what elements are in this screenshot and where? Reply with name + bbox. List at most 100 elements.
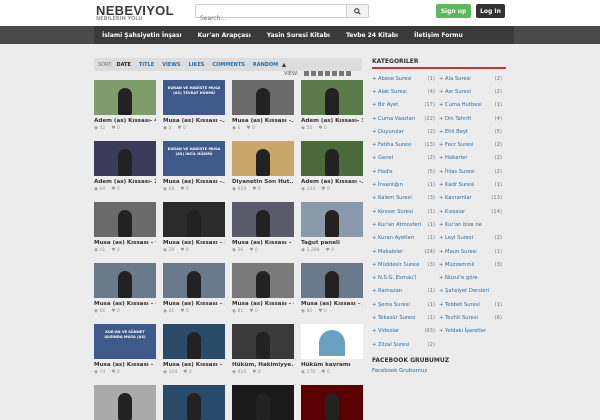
category-item[interactable]: + Kalem Suresi (3) xyxy=(372,192,439,205)
video-thumbnail[interactable]: KUR'AN VE SÜNNET IŞIĞINDA MUSA (AS) xyxy=(94,324,156,359)
category-name[interactable]: + Şems Suresi xyxy=(372,302,410,308)
category-item[interactable]: + Bir Ayet (17) xyxy=(372,99,439,112)
category-name[interactable]: + Abese Suresi xyxy=(372,76,412,82)
video-thumbnail[interactable] xyxy=(301,141,363,176)
video-title[interactable]: Hüküm kavramı xyxy=(301,362,363,368)
category-item[interactable]: + Kıssalar (14) xyxy=(439,205,506,218)
nav-item-islami-sahsiyet[interactable]: İslami Şahsiyetin İnşası xyxy=(94,32,190,39)
category-item[interactable]: + Müddesir Suresi (3) xyxy=(372,258,439,271)
category-item[interactable]: + Cuma Vaazları (22) xyxy=(372,112,439,125)
video-card[interactable]: Hüküm, Hakimiyye... ◉ 424 ♥ 0 xyxy=(232,324,294,375)
category-item[interactable]: + Fatiha Suresi (13) xyxy=(372,138,439,151)
category-item[interactable]: + Şahsiyet Dersleri xyxy=(439,285,506,298)
category-name[interactable]: + Kuran Ayetleri xyxy=(372,235,414,241)
category-item[interactable]: + Asr Suresi (2) xyxy=(439,85,506,98)
category-name[interactable]: + Leyl Suresi xyxy=(439,235,473,241)
category-item[interactable]: + Ehli Beyt (5) xyxy=(439,125,506,138)
sort-likes[interactable]: LIKES xyxy=(188,62,204,68)
view-list-detail-icon[interactable] xyxy=(332,71,337,76)
category-name[interactable]: + Kıssalar xyxy=(439,209,465,215)
video-card[interactable] xyxy=(232,385,294,420)
video-card[interactable]: KURAN VE HADİSTE MUSA (AS) İNCİL HÜKMÜ Mu… xyxy=(163,141,225,192)
category-item[interactable]: + Yoldaki İşaretler xyxy=(439,325,506,338)
category-item[interactable]: + Maun Suresi (1) xyxy=(439,245,506,258)
category-name[interactable]: + Yoldaki İşaretler xyxy=(439,328,486,334)
sort-views[interactable]: VIEWS xyxy=(162,62,180,68)
category-name[interactable]: + Ala Suresi xyxy=(439,76,471,82)
category-name[interactable]: + Zilzal Suresi xyxy=(372,342,409,348)
category-item[interactable]: + Din Tahrifi (4) xyxy=(439,112,506,125)
category-item[interactable]: + Ala Suresi (2) xyxy=(439,72,506,85)
view-grid-medium-icon[interactable] xyxy=(311,71,316,76)
category-item[interactable]: + Nüzul'e göre xyxy=(439,271,506,284)
nav-item-tevbe-24[interactable]: Tevbe 24 Kitabı xyxy=(338,32,406,39)
category-name[interactable]: + Genel xyxy=(372,155,393,161)
video-thumbnail[interactable] xyxy=(232,385,294,420)
facebook-link[interactable]: Facebook Grubumuz xyxy=(372,368,506,374)
category-name[interactable]: + Ramazan xyxy=(372,288,402,294)
video-title[interactable]: Adem (as) Kıssası- 4 xyxy=(94,118,156,124)
video-title[interactable]: Musa (as) Kıssası – 8 xyxy=(163,240,225,246)
video-card[interactable]: Adem (as) Kıssası -... ◉ 104 ♥ 0 xyxy=(301,141,363,192)
video-title[interactable]: Adem (as) Kıssası- 3 xyxy=(301,118,363,124)
video-title[interactable]: Musa (as) Kıssası – 9 xyxy=(94,240,156,246)
category-name[interactable]: + Kadr Suresi xyxy=(439,182,475,188)
video-thumbnail[interactable] xyxy=(163,385,225,420)
category-name[interactable]: + Fatiha Suresi xyxy=(372,142,411,148)
category-item[interactable]: + Kevser Suresi (1) xyxy=(372,205,439,218)
category-name[interactable]: + Ehli Beyt xyxy=(439,129,468,135)
video-thumbnail[interactable] xyxy=(301,385,363,420)
sort-date[interactable]: DATE xyxy=(116,62,130,68)
category-item[interactable]: + N.S.G. Esmau'l xyxy=(372,271,439,284)
view-grid-small-icon[interactable] xyxy=(318,71,323,76)
view-grid-large-icon[interactable] xyxy=(304,71,309,76)
sort-comments[interactable]: COMMENTS xyxy=(212,62,244,68)
video-title[interactable]: Musa (as) Kıssası – 4 xyxy=(232,301,294,307)
video-thumbnail[interactable]: KURAN VE HADİSTE MUSA (AS) İNCİL HÜKMÜ xyxy=(163,141,225,176)
category-name[interactable]: + Kevser Suresi xyxy=(372,209,413,215)
signup-button[interactable]: Sign up xyxy=(436,4,471,18)
category-item[interactable]: + Abese Suresi (1) xyxy=(372,72,439,85)
video-card[interactable]: Musa (as) Kıssası – 9 ◉ 41 ♥ 0 xyxy=(94,202,156,253)
video-card[interactable]: Musa (as) Kıssası – 3 ◉ 85 ♥ 0 xyxy=(301,263,363,314)
category-item[interactable]: + Videolar (93) xyxy=(372,325,439,338)
category-item[interactable]: + Kavramlar (13) xyxy=(439,192,506,205)
category-item[interactable]: + Tebbet Suresi (1) xyxy=(439,298,506,311)
category-item[interactable]: + Kuran Ayetleri (1) xyxy=(372,232,439,245)
category-name[interactable]: + Fecr Suresi xyxy=(439,142,473,148)
category-name[interactable]: + Maun Suresi xyxy=(439,249,477,255)
category-name[interactable]: + Tevhit Suresi xyxy=(439,315,478,321)
video-card[interactable]: Musa (as) Kıssası – 4 ◉ 81 ♥ 0 xyxy=(232,263,294,314)
category-name[interactable]: + Tebbet Suresi xyxy=(439,302,480,308)
video-title[interactable]: Musa (as) Kıssası – 5 xyxy=(163,301,225,307)
video-card[interactable]: Musa (as) Kıssası -... ◉ 6 ♥ 0 xyxy=(232,80,294,131)
category-name[interactable]: + İnsanlığın xyxy=(372,182,403,188)
video-thumbnail[interactable] xyxy=(232,80,294,115)
category-name[interactable]: + Makaleler xyxy=(372,249,403,255)
video-card[interactable] xyxy=(163,385,225,420)
video-thumbnail[interactable] xyxy=(94,80,156,115)
category-item[interactable]: + Kadr Suresi (1) xyxy=(439,178,506,191)
video-card[interactable]: Hüküm kavramı ◉ 170 ♥ 0 xyxy=(301,324,363,375)
video-card[interactable]: Diyanetin Son Hut... ◉ 429 ♥ 0 xyxy=(232,141,294,192)
category-item[interactable]: + Makaleler (24) xyxy=(372,245,439,258)
video-title[interactable]: Musa (as) Kıssası -... xyxy=(163,179,225,185)
video-thumbnail[interactable] xyxy=(301,263,363,298)
video-thumbnail[interactable] xyxy=(232,263,294,298)
video-title[interactable]: Hüküm, Hakimiyye... xyxy=(232,362,294,368)
video-card[interactable]: Adem (as) Kıssası- 4 ◉ 42 ♥ 0 xyxy=(94,80,156,131)
video-card[interactable]: Musa (as) Kıssası – 1 ◉ 104 ♥ 0 xyxy=(163,324,225,375)
video-thumbnail[interactable] xyxy=(163,202,225,237)
video-title[interactable]: Musa (as) Kıssası – 1 xyxy=(163,362,225,368)
sort-title[interactable]: TITLE xyxy=(139,62,154,68)
sort-random[interactable]: RANDOM xyxy=(253,62,278,68)
video-thumbnail[interactable]: KURAN VE HADİSTE MUSA (AS) TEVRAT HÜKMÜ xyxy=(163,80,225,115)
category-item[interactable]: + Leyl Suresi (2) xyxy=(439,232,506,245)
video-card[interactable]: KUR'AN VE SÜNNET IŞIĞINDA MUSA (AS) Musa … xyxy=(94,324,156,375)
video-card[interactable]: Musa (as) Kıssası – 6 ◉ 66 ♥ 0 xyxy=(94,263,156,314)
category-item[interactable]: + Kur'an Atmosferi (1) xyxy=(372,218,439,231)
category-name[interactable]: + Kavramlar xyxy=(439,195,472,201)
video-title[interactable]: Musa (as) Kıssası – 2 xyxy=(94,362,156,368)
video-title[interactable]: Musa (as) Kıssası -... xyxy=(232,118,294,124)
video-card[interactable]: KURAN VE HADİSTE MUSA (AS) TEVRAT HÜKMÜ M… xyxy=(163,80,225,131)
